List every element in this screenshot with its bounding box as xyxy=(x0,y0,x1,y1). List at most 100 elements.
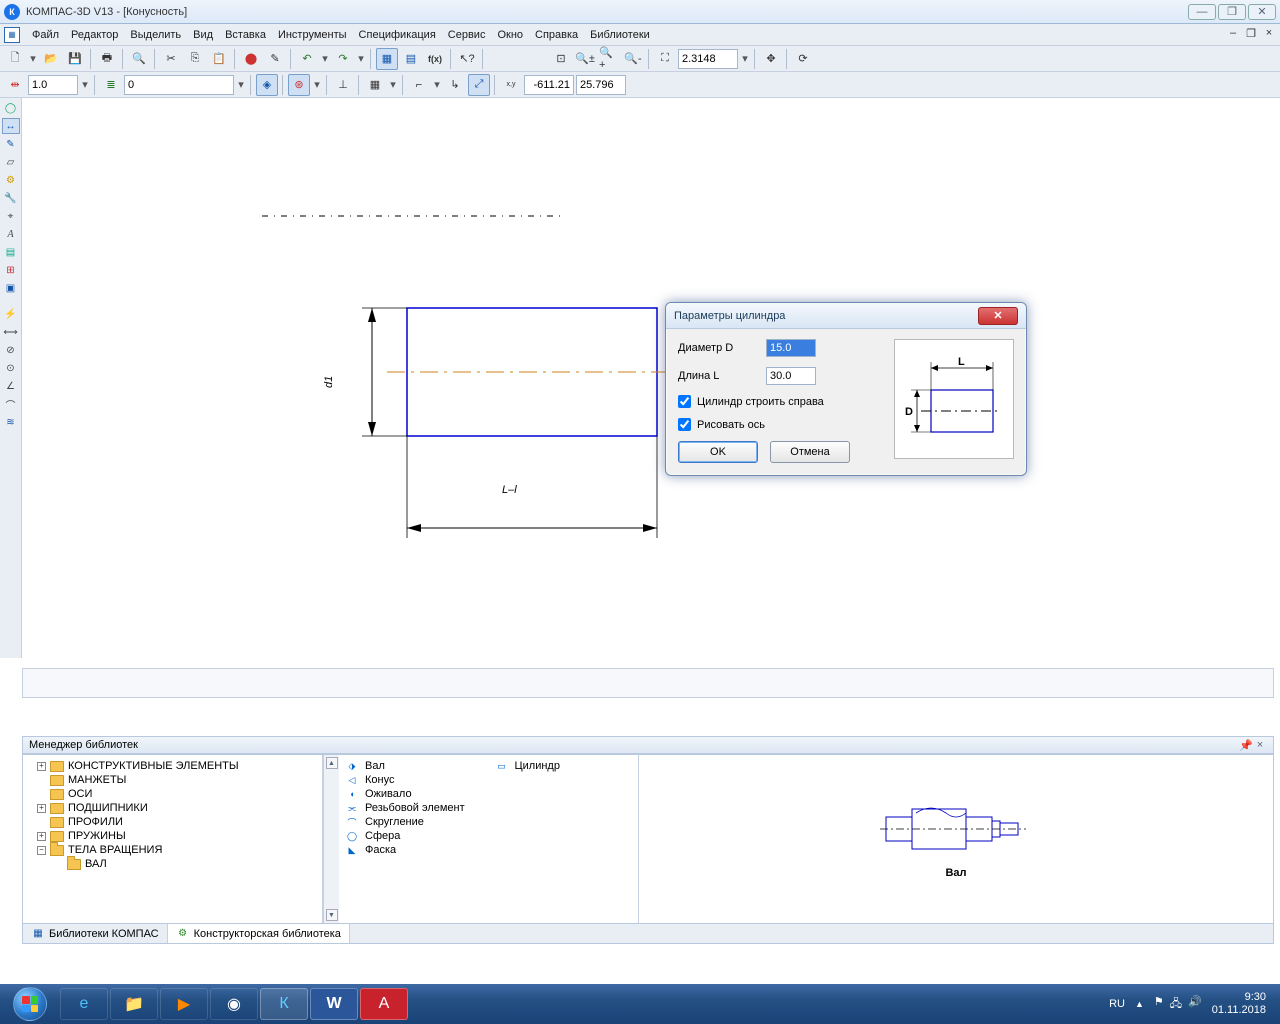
mdi-close[interactable]: × xyxy=(1262,26,1276,40)
snap-global-icon[interactable]: ⊛ xyxy=(288,74,310,96)
coord-x[interactable] xyxy=(524,75,574,95)
menu-window[interactable]: Окно xyxy=(491,27,529,43)
select-icon[interactable]: ⌖ xyxy=(2,208,20,224)
mdi-minimize[interactable]: – xyxy=(1226,26,1240,40)
copy-icon[interactable]: ⎘ xyxy=(184,48,206,70)
geometry-icon[interactable]: ◯ xyxy=(2,100,20,116)
tab-constructor-library[interactable]: ⚙Конструкторская библиотека xyxy=(168,924,350,943)
tree-scrollbar[interactable]: ▲▼ xyxy=(323,755,339,923)
coord-y[interactable] xyxy=(576,75,626,95)
library-tree[interactable]: +КОНСТРУКТИВНЫЕ ЭЛЕМЕНТЫ МАНЖЕТЫ ОСИ +ПО… xyxy=(23,755,323,923)
clock[interactable]: 9:30 01.11.2018 xyxy=(1212,991,1266,1017)
spec-icon[interactable]: ▤ xyxy=(2,244,20,260)
menu-select[interactable]: Выделить xyxy=(124,27,187,43)
zoom-fit-icon[interactable]: ⛶ xyxy=(654,48,676,70)
ortho-icon[interactable]: ◈ xyxy=(256,74,278,96)
grid-drop[interactable]: ▾ xyxy=(388,78,398,91)
taskbar-explorer[interactable]: 📁 xyxy=(110,988,158,1020)
tab-libraries-kompas[interactable]: ▦Библиотеки КОМПАС xyxy=(23,924,168,943)
linear-dim-icon[interactable]: ⟷ xyxy=(2,324,20,340)
taskbar-acrobat[interactable]: A xyxy=(360,988,408,1020)
zoom-value[interactable] xyxy=(678,49,738,69)
maximize-button[interactable]: ❐ xyxy=(1218,4,1246,20)
insert-icon[interactable]: ▣ xyxy=(2,280,20,296)
lang-indicator[interactable]: RU xyxy=(1109,998,1125,1010)
network-icon[interactable]: 🖧 xyxy=(1170,995,1182,1014)
params-icon[interactable]: ⚙ xyxy=(2,172,20,188)
redraw-icon[interactable]: ⟳ xyxy=(792,48,814,70)
print-icon[interactable]: 🖶 xyxy=(96,48,118,70)
menu-view[interactable]: Вид xyxy=(187,27,219,43)
taskbar-word[interactable]: W xyxy=(310,988,358,1020)
new-drop[interactable]: ▾ xyxy=(28,52,38,65)
text-icon[interactable]: A xyxy=(2,226,20,242)
fx-icon[interactable]: f(x) xyxy=(424,48,446,70)
zoom-in-icon[interactable]: 🔍+ xyxy=(598,48,620,70)
cancel-button[interactable]: Отмена xyxy=(770,441,850,463)
cut-icon[interactable]: ✂ xyxy=(160,48,182,70)
redo-drop[interactable]: ▾ xyxy=(356,52,366,65)
taskbar-kompas[interactable]: К xyxy=(260,988,308,1020)
snap-perp-icon[interactable]: ⊥ xyxy=(332,74,354,96)
draw-axis-checkbox[interactable] xyxy=(678,418,691,431)
taskbar-ie[interactable]: e xyxy=(60,988,108,1020)
panel-close-icon[interactable]: × xyxy=(1253,738,1267,752)
ortho-draw-icon[interactable]: ↳ xyxy=(444,74,466,96)
step-drop[interactable]: ▾ xyxy=(80,78,90,91)
document-icon[interactable]: ▦ xyxy=(4,27,20,43)
diameter-input[interactable] xyxy=(766,339,816,357)
measure-icon[interactable]: 🔧 xyxy=(2,190,20,206)
paste-icon[interactable]: 📋 xyxy=(208,48,230,70)
mdi-restore[interactable]: ❐ xyxy=(1244,26,1258,40)
menu-service[interactable]: Сервис xyxy=(442,27,492,43)
menu-file[interactable]: Файл xyxy=(26,27,65,43)
save-icon[interactable]: 💾 xyxy=(64,48,86,70)
menu-tools[interactable]: Инструменты xyxy=(272,27,353,43)
help-cursor-icon[interactable]: ↖? xyxy=(456,48,478,70)
taskbar-chrome[interactable]: ◉ xyxy=(210,988,258,1020)
menu-spec[interactable]: Спецификация xyxy=(353,27,442,43)
diameter-dim-icon[interactable]: ⊘ xyxy=(2,342,20,358)
annotations-icon[interactable]: ✎ xyxy=(2,136,20,152)
dialog-close-button[interactable]: ✕ xyxy=(978,307,1018,325)
menu-libraries[interactable]: Библиотеки xyxy=(584,27,656,43)
zoom-out-icon[interactable]: 🔍- xyxy=(622,48,644,70)
system-tray[interactable]: RU ▲ ⚑ 🖧 🔊 9:30 01.11.2018 xyxy=(1109,991,1274,1017)
dimensions-icon[interactable]: ↔ xyxy=(2,118,20,134)
length-input[interactable] xyxy=(766,367,816,385)
redo-icon[interactable]: ↷ xyxy=(332,48,354,70)
taskbar-media[interactable]: ▶ xyxy=(160,988,208,1020)
arc-dim-icon[interactable]: ⌒ xyxy=(2,396,20,412)
start-button[interactable] xyxy=(6,986,54,1022)
variables-icon[interactable]: ▤ xyxy=(400,48,422,70)
edit-icon[interactable]: ▱ xyxy=(2,154,20,170)
preview-icon[interactable]: 🔍 xyxy=(128,48,150,70)
library-item-list[interactable]: ⬗Вал ◁Конус ◖Оживало ⫘Резьбовой элемент … xyxy=(339,755,639,923)
step-icon[interactable]: ⇹ xyxy=(4,74,26,96)
volume-icon[interactable]: 🔊 xyxy=(1188,995,1202,1014)
drawing-canvas[interactable]: d1 L–l xyxy=(22,98,1280,658)
layer-value[interactable] xyxy=(124,75,234,95)
minimize-button[interactable]: — xyxy=(1188,4,1216,20)
library-mgr-icon[interactable]: ▦ xyxy=(376,48,398,70)
layer-icon[interactable]: ≣ xyxy=(100,74,122,96)
tray-expand-icon[interactable]: ▲ xyxy=(1135,999,1144,1009)
open-icon[interactable]: 📂 xyxy=(40,48,62,70)
flag-icon[interactable]: ⚑ xyxy=(1154,995,1164,1014)
menu-editor[interactable]: Редактор xyxy=(65,27,124,43)
angular-dim-icon[interactable]: ∠ xyxy=(2,378,20,394)
lcs-drop[interactable]: ▾ xyxy=(432,78,442,91)
grid-icon[interactable]: ▦ xyxy=(364,74,386,96)
zoom-drop[interactable]: ▾ xyxy=(740,52,750,65)
lcs-icon[interactable]: ⌐ xyxy=(408,74,430,96)
pan-icon[interactable]: ✥ xyxy=(760,48,782,70)
menu-help[interactable]: Справка xyxy=(529,27,584,43)
pin-icon[interactable]: 📌 xyxy=(1239,738,1253,752)
coord-icon[interactable]: x,y xyxy=(500,74,522,96)
auto-dim-icon[interactable]: ⚡ xyxy=(2,306,20,322)
step-value[interactable] xyxy=(28,75,78,95)
undo-icon[interactable]: ↶ xyxy=(296,48,318,70)
ok-button[interactable]: OK xyxy=(678,441,758,463)
report-icon[interactable]: ⊞ xyxy=(2,262,20,278)
round-icon[interactable]: ⤢ xyxy=(468,74,490,96)
